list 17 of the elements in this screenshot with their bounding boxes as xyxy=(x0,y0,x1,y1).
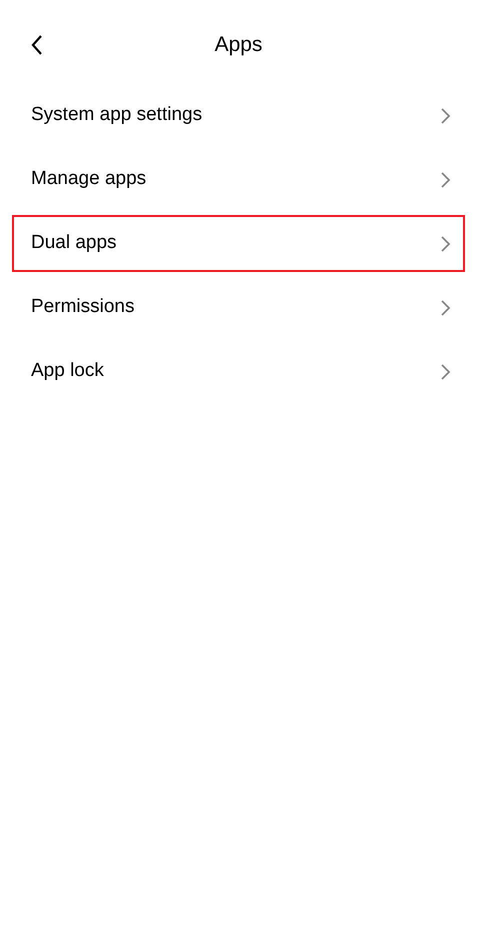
item-label: Dual apps xyxy=(31,231,117,256)
highlighted-menu-item[interactable]: Dual apps xyxy=(12,215,465,272)
chevron-right-icon xyxy=(439,170,451,188)
menu-item[interactable]: App lock xyxy=(12,343,465,400)
chevron-right-icon xyxy=(439,362,451,380)
item-label: Manage apps xyxy=(31,167,146,192)
menu-item[interactable]: Permissions xyxy=(12,279,465,336)
chevron-right-icon xyxy=(439,298,451,316)
item-label: System app settings xyxy=(31,103,202,128)
chevron-right-icon xyxy=(439,106,451,124)
screen-title: Apps xyxy=(214,32,262,58)
chevron-right-icon xyxy=(439,234,451,252)
menu-item[interactable]: Manage apps xyxy=(12,151,465,208)
item-label: Permissions xyxy=(31,295,134,320)
menu-item[interactable]: System app settings xyxy=(12,87,465,144)
item-label: App lock xyxy=(31,359,104,384)
back-icon xyxy=(30,34,44,56)
